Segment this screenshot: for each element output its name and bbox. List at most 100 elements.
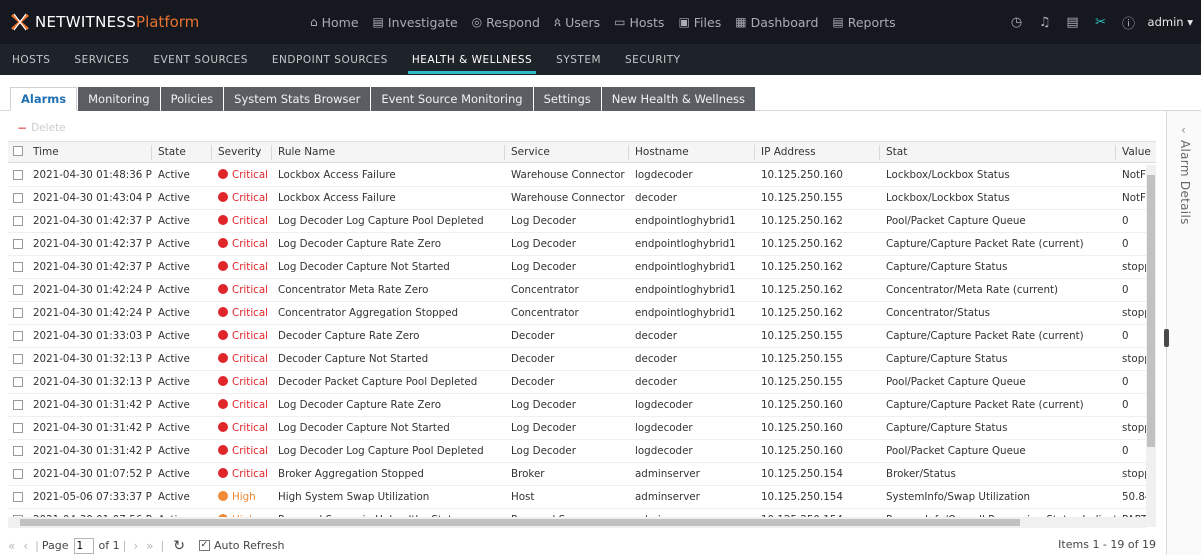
row-checkbox[interactable]	[13, 377, 23, 387]
table-row[interactable]: 2021-04-30 01:32:13 PM Active Critical Deco…	[8, 371, 1156, 394]
column-header-stat[interactable]: Stat	[886, 142, 907, 163]
column-divider[interactable]	[879, 145, 880, 160]
nav-item-users[interactable]: ጰ Users	[554, 15, 600, 30]
column-header-severity[interactable]: Severity	[218, 142, 261, 163]
table-row[interactable]: 2021-05-06 07:33:37 PM Active High High Sys…	[8, 486, 1156, 509]
row-checkbox[interactable]	[13, 446, 23, 456]
column-header-value[interactable]: Value	[1122, 142, 1151, 163]
nav-item-home[interactable]: ⌂ Home	[310, 15, 359, 30]
cell-service: Warehouse Connector	[511, 192, 625, 204]
column-divider[interactable]	[211, 145, 212, 160]
first-page-icon[interactable]: «	[8, 539, 15, 553]
refresh-icon[interactable]: ↻	[173, 538, 185, 554]
alarm-details-panel[interactable]: ‹ Alarm Details	[1164, 111, 1201, 555]
column-header-service[interactable]: Service	[511, 142, 550, 163]
table-row[interactable]: 2021-04-30 01:32:13 PM Active Critical Deco…	[8, 348, 1156, 371]
table-row[interactable]: 2021-04-30 01:42:37 PM Active Critical Log …	[8, 210, 1156, 233]
auto-refresh-toggle[interactable]: ✓ Auto Refresh	[198, 539, 285, 552]
alarm-details-title: Alarm Details	[1178, 140, 1192, 225]
table-row[interactable]: 2021-04-30 01:42:37 PM Active Critical Log …	[8, 256, 1156, 279]
auto-refresh-checkbox[interactable]: ✓	[198, 540, 210, 551]
subnav-item-endpoint-sources[interactable]: ENDPOINT SOURCES	[272, 44, 388, 75]
subnav-item-system[interactable]: SYSTEM	[556, 44, 601, 75]
user-menu[interactable]: admin ▾	[1148, 15, 1193, 29]
cell-service: Log Decoder	[511, 261, 576, 273]
cell-host: endpointloghybrid1	[635, 215, 736, 227]
table-row[interactable]: 2021-04-30 01:43:04 PM Active Critical Lock…	[8, 187, 1156, 210]
page-number-input[interactable]	[73, 537, 94, 554]
severity-label: Critical	[232, 307, 269, 319]
table-row[interactable]: 2021-04-30 01:48:36 PM Active Critical Lock…	[8, 164, 1156, 187]
tab-monitoring[interactable]: Monitoring	[78, 87, 160, 111]
subnav-item-security[interactable]: SECURITY	[625, 44, 681, 75]
nav-item-dashboard[interactable]: ▦ Dashboard	[735, 15, 818, 30]
nav-item-files[interactable]: ▣ Files	[678, 15, 721, 30]
column-divider[interactable]	[271, 145, 272, 160]
nav-item-hosts[interactable]: ▭ Hosts	[614, 15, 664, 30]
row-checkbox[interactable]	[13, 170, 23, 180]
table-row[interactable]: 2021-04-30 01:31:42 PM Active Critical Log …	[8, 394, 1156, 417]
vertical-scrollbar[interactable]	[1146, 165, 1156, 527]
last-page-icon[interactable]: »	[146, 539, 153, 553]
table-row[interactable]: 2021-04-30 01:31:42 PM Active Critical Log …	[8, 417, 1156, 440]
row-checkbox[interactable]	[13, 239, 23, 249]
subnav-item-hosts[interactable]: HOSTS	[12, 44, 50, 75]
nav-item-respond[interactable]: ◎ Respond	[472, 15, 540, 30]
column-divider[interactable]	[504, 145, 505, 160]
row-checkbox[interactable]	[13, 492, 23, 502]
row-checkbox[interactable]	[13, 262, 23, 272]
column-divider[interactable]	[151, 145, 152, 160]
tab-new-health-wellness[interactable]: New Health & Wellness	[601, 87, 756, 111]
row-checkbox[interactable]	[13, 308, 23, 318]
cell-severity: Critical	[218, 440, 272, 463]
table-row[interactable]: 2021-04-30 01:07:52 PM Active Critical Brok…	[8, 463, 1156, 486]
subnav-item-health-wellness[interactable]: HEALTH & WELLNESS	[407, 44, 537, 75]
tab-system-stats-browser[interactable]: System Stats Browser	[224, 87, 371, 111]
column-header-state[interactable]: State	[158, 142, 186, 163]
delete-button[interactable]: − Delete	[17, 121, 66, 135]
tab-alarms[interactable]: Alarms	[10, 87, 78, 111]
previous-page-icon[interactable]: ‹	[23, 539, 28, 553]
row-checkbox[interactable]	[13, 400, 23, 410]
tab-policies[interactable]: Policies	[160, 87, 224, 111]
column-header-hostname[interactable]: Hostname	[635, 142, 689, 163]
nav-item-reports[interactable]: ▤ Reports	[832, 15, 895, 30]
row-checkbox[interactable]	[13, 285, 23, 295]
notes-icon[interactable]: ▤	[1062, 11, 1084, 33]
column-header-time[interactable]: Time	[33, 142, 59, 163]
row-checkbox[interactable]	[13, 469, 23, 479]
nav-item-investigate[interactable]: ▤ Investigate	[373, 15, 458, 30]
help-icon[interactable]: ⓘ	[1118, 11, 1140, 33]
column-divider[interactable]	[628, 145, 629, 160]
row-checkbox[interactable]	[13, 354, 23, 364]
admin-tools-icon[interactable]: ✂	[1090, 11, 1112, 33]
netwitness-logo[interactable]: NETWITNESS Platform	[10, 10, 199, 34]
column-divider[interactable]	[754, 145, 755, 160]
table-row[interactable]: 2021-04-30 01:31:42 PM Active Critical Log …	[8, 440, 1156, 463]
horizontal-scroll-thumb[interactable]	[20, 519, 1020, 526]
panel-resize-handle[interactable]	[1164, 329, 1169, 347]
expand-panel-icon[interactable]: ‹	[1181, 123, 1186, 137]
row-checkbox[interactable]	[13, 331, 23, 341]
row-checkbox[interactable]	[13, 216, 23, 226]
cell-severity: Critical	[218, 348, 272, 371]
column-header-rule-name[interactable]: Rule Name	[278, 142, 335, 163]
column-divider[interactable]	[1115, 145, 1116, 160]
vertical-scroll-thumb[interactable]	[1147, 175, 1155, 447]
select-all-checkbox[interactable]	[13, 146, 23, 156]
subnav-item-services[interactable]: SERVICES	[74, 44, 129, 75]
table-row[interactable]: 2021-04-30 01:42:37 PM Active Critical Log …	[8, 233, 1156, 256]
horizontal-scrollbar[interactable]	[8, 517, 1146, 528]
timer-icon[interactable]: ◷	[1006, 11, 1028, 33]
subnav-item-event-sources[interactable]: EVENT SOURCES	[153, 44, 248, 75]
tab-settings[interactable]: Settings	[533, 87, 601, 111]
column-header-ip-address[interactable]: IP Address	[761, 142, 816, 163]
row-checkbox[interactable]	[13, 193, 23, 203]
bell-icon[interactable]: ♫	[1034, 11, 1056, 33]
table-row[interactable]: 2021-04-30 01:42:24 PM Active Critical Conc…	[8, 279, 1156, 302]
row-checkbox[interactable]	[13, 423, 23, 433]
next-page-icon[interactable]: ›	[133, 539, 138, 553]
tab-event-source-monitoring[interactable]: Event Source Monitoring	[371, 87, 533, 111]
table-row[interactable]: 2021-04-30 01:42:24 PM Active Critical Conc…	[8, 302, 1156, 325]
table-row[interactable]: 2021-04-30 01:33:03 PM Active Critical Deco…	[8, 325, 1156, 348]
